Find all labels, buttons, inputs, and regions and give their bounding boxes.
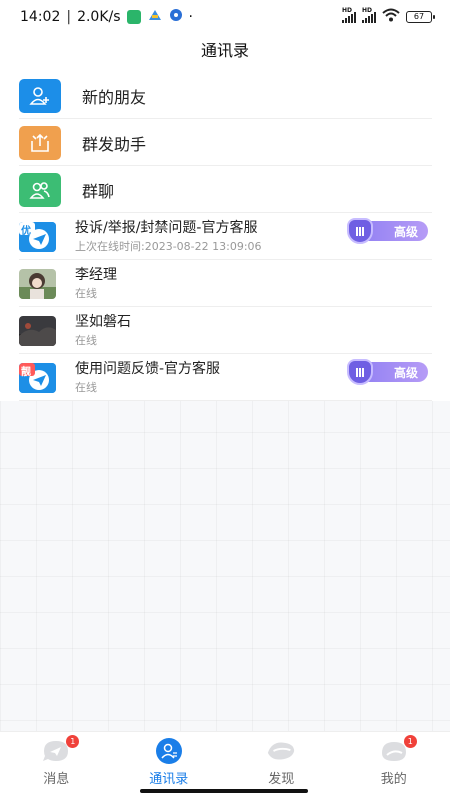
avatar	[19, 315, 56, 346]
avatar: 优	[19, 221, 56, 252]
menu-item-group-chat[interactable]: 群聊	[0, 166, 450, 213]
contact-item[interactable]: 李经理 在线	[0, 260, 450, 307]
status-time: 14:02	[20, 9, 61, 25]
avatar-tag: 靓	[21, 366, 31, 378]
tab-messages[interactable]: 1 消息	[0, 732, 113, 800]
contact-item[interactable]: 靓 使用问题反馈-官方客服 在线 高级	[0, 354, 450, 401]
battery-icon: 67	[406, 11, 435, 23]
vip-badge-label: 高级	[393, 224, 418, 239]
tab-label: 通讯录	[149, 772, 189, 787]
avatar	[19, 268, 56, 299]
page-title: 通讯录	[0, 34, 450, 72]
contact-name: 使用问题反馈-官方客服	[75, 361, 221, 377]
avatar: 靓	[19, 362, 56, 393]
contacts-icon	[154, 738, 184, 764]
tab-label: 发现	[268, 772, 295, 787]
status-separator: |	[66, 9, 72, 25]
unread-badge: 1	[66, 735, 80, 748]
group-icon	[19, 172, 61, 207]
discover-icon	[266, 738, 296, 764]
contact-item[interactable]: 优 投诉/举报/封禁问题-官方客服 上次在线时间:2023-08-22 13:0…	[0, 213, 450, 260]
contact-status: 在线	[75, 334, 97, 347]
chat-icon: 1	[41, 735, 80, 764]
contacts-list: 新的朋友 群发助手 群聊 优 投诉/举报/封禁问题-官方客服 上次在线时间:20…	[0, 72, 450, 401]
tab-label: 消息	[43, 772, 70, 787]
contact-name: 投诉/举报/封禁问题-官方客服	[75, 220, 258, 236]
shield-icon	[347, 218, 373, 244]
menu-item-broadcast[interactable]: 群发助手	[0, 119, 450, 166]
add-user-icon	[19, 78, 61, 113]
contact-status: 上次在线时间:2023-08-22 13:09:06	[75, 240, 262, 253]
message-notification-icon	[169, 8, 183, 26]
avatar-tag: 优	[21, 225, 31, 237]
status-speed: 2.0K/s	[77, 9, 121, 25]
status-bar: 14:02 | 2.0K/s · HD HD 67	[0, 0, 450, 34]
vip-badge-label: 高级	[393, 365, 418, 380]
menu-label: 群发助手	[82, 134, 147, 154]
menu-label: 新的朋友	[82, 87, 147, 107]
broadcast-icon	[19, 125, 61, 160]
profile-icon: 1	[379, 735, 417, 764]
vip-badge: 高级	[347, 218, 428, 244]
contact-status: 在线	[75, 381, 97, 394]
home-indicator[interactable]	[140, 789, 308, 793]
wifi-icon	[382, 8, 400, 26]
unread-badge: 1	[403, 735, 417, 748]
tab-profile[interactable]: 1 我的	[338, 732, 450, 800]
weather-notification-icon	[147, 8, 163, 26]
signal-icon: HD	[342, 7, 356, 23]
menu-label: 群聊	[82, 181, 115, 201]
shield-icon	[347, 359, 373, 385]
contact-name: 坚如磐石	[75, 314, 131, 330]
vip-badge: 高级	[347, 359, 428, 385]
status-dot: ·	[188, 9, 193, 25]
contact-status: 在线	[75, 287, 97, 300]
tab-label: 我的	[380, 772, 407, 787]
signal-icon: HD	[362, 7, 376, 23]
contact-name: 李经理	[75, 267, 117, 283]
phone-notification-icon	[126, 10, 141, 24]
contact-item[interactable]: 坚如磐石 在线	[0, 307, 450, 354]
menu-item-new-friends[interactable]: 新的朋友	[0, 72, 450, 119]
